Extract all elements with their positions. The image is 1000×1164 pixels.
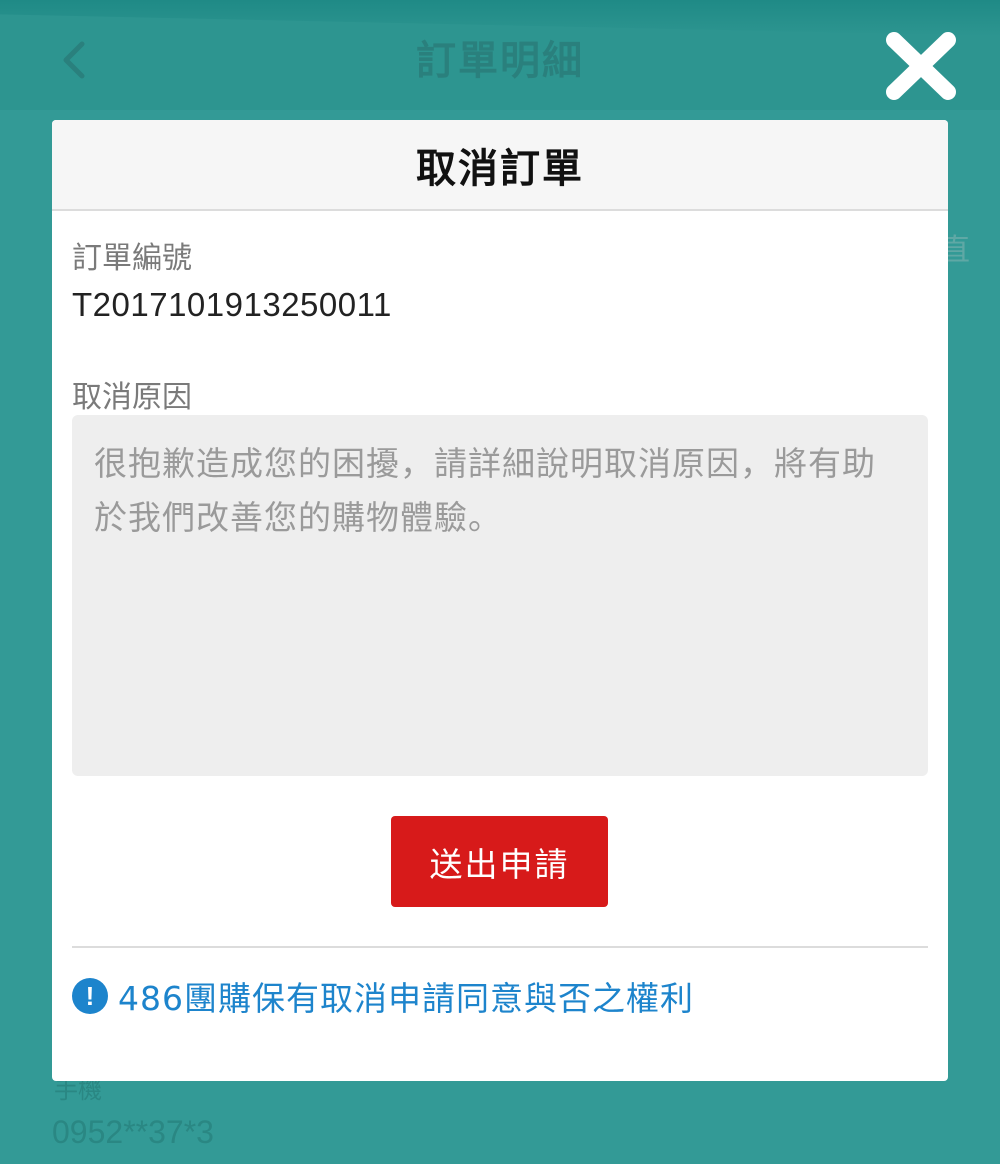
notice-text: 486團購保有取消申請同意與否之權利 xyxy=(118,979,694,1018)
exclamation-circle-icon: ! xyxy=(72,978,108,1014)
dialog-header: 取消訂單 xyxy=(52,120,948,211)
dialog-title: 取消訂單 xyxy=(416,145,584,192)
cancel-reason-label: 取消原因 xyxy=(72,380,192,415)
notice-row: ! 486團購保有取消申請同意與否之權利 xyxy=(72,972,694,1020)
order-number-value: T2017101913250011 xyxy=(72,286,392,323)
close-icon[interactable] xyxy=(882,30,960,102)
cancel-order-dialog: 取消訂單 訂單編號 T2017101913250011 取消原因 送出申請 ! … xyxy=(52,120,948,1081)
cancel-reason-input[interactable] xyxy=(72,415,928,776)
order-number-label: 訂單編號 xyxy=(72,241,192,276)
submit-request-button[interactable]: 送出申請 xyxy=(391,816,608,907)
divider xyxy=(72,946,928,948)
background-page-title: 訂單明細 xyxy=(416,38,584,84)
background-header: 訂單明細 xyxy=(0,0,1000,110)
background-phone-value: 0952**37*3 xyxy=(52,1114,214,1150)
